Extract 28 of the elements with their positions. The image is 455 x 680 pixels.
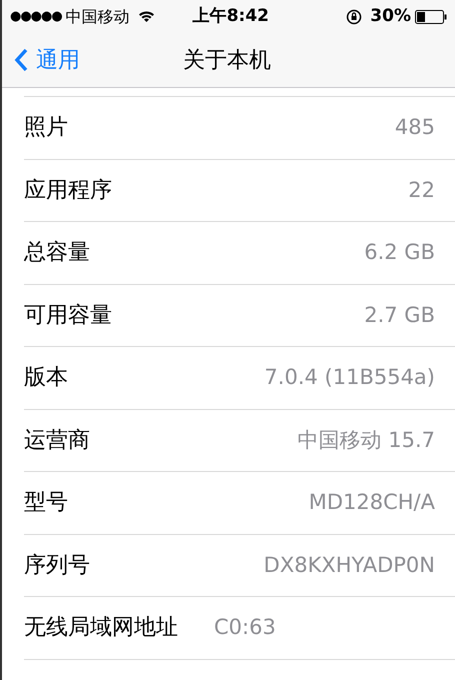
row-value: 7.0.4 (11B554a)	[264, 364, 435, 391]
chevron-left-icon	[14, 48, 28, 72]
battery-percent: 30%	[370, 4, 411, 28]
wifi-icon	[138, 10, 155, 23]
row-label: 版本	[24, 364, 68, 392]
row-label: 总容量	[24, 239, 90, 268]
row-value: C0:63	[214, 614, 276, 641]
row-value: 22	[408, 176, 435, 204]
row-label: 应用程序	[24, 176, 112, 205]
battery-icon	[415, 10, 447, 24]
rotation-lock-icon	[346, 8, 362, 24]
row-value: MD128CH/A	[308, 489, 435, 516]
back-button[interactable]: 通用	[2, 44, 80, 76]
row-value: 2.7 GB	[364, 302, 435, 328]
row-value: DX8KXHYADP0N	[264, 552, 435, 578]
row-label: 型号	[24, 489, 68, 518]
carrier-name: 中国移动	[66, 6, 130, 28]
row-label: 可用容量	[24, 302, 112, 330]
row-label: 照片	[24, 114, 68, 142]
status-time: 上午8:42	[192, 4, 270, 28]
row-value: 485	[394, 114, 435, 141]
signal-dots: ●●●●●	[10, 8, 62, 26]
row-value: 6.2 GB	[364, 239, 435, 266]
row-label: 无线局域网地址	[24, 614, 178, 642]
row-value: 中国移动 15.7	[298, 426, 435, 454]
row-label: 运营商	[24, 426, 90, 455]
nav-title: 关于本机	[183, 46, 271, 74]
row-label: 序列号	[24, 552, 90, 580]
